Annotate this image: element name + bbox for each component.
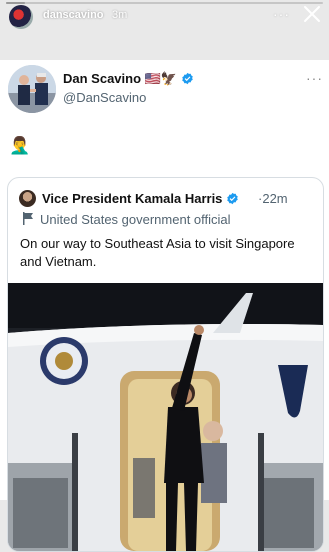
story-progress-bar [6,2,323,4]
quoted-tweet[interactable]: Vice President Kamala Harris ·22m United… [7,177,324,552]
quoted-text: On our way to Southeast Asia to visit Si… [20,236,295,269]
story-username[interactable]: danscavino [43,9,104,21]
story-avatar[interactable] [9,5,33,29]
author-handle[interactable]: @DanScavino [63,90,146,105]
story-progress-fill [6,2,26,4]
author-name[interactable]: Dan Scavino 🇺🇸🦅 [63,71,194,87]
verified-badge-icon [181,72,193,85]
quoted-time: ·22m [258,191,288,206]
author-name-text: Dan Scavino [63,71,142,86]
quoted-author-line: Vice President Kamala Harris [42,191,239,206]
government-label: United States government official [40,212,231,227]
verified-badge-icon [227,192,238,205]
story-time: 3m [112,9,128,21]
story-more-icon[interactable]: ··· [273,6,290,22]
quoted-photo[interactable] [8,283,323,551]
author-name-emoji: 🇺🇸🦅 [144,71,178,86]
story-header: danscavino 3m ··· [0,0,329,30]
tweet-card[interactable]: Dan Scavino 🇺🇸🦅 @DanScavino ··· 🤦‍♂️ Vic… [0,60,329,552]
more-icon[interactable]: ··· [306,70,323,86]
quoted-author-name[interactable]: Vice President Kamala Harris [42,191,222,206]
quoted-time-value: 22m [262,191,288,206]
author-avatar[interactable] [8,65,56,113]
government-flag-icon [23,212,33,225]
tweet-body: 🤦‍♂️ [9,136,31,155]
quoted-author-avatar[interactable] [19,190,36,207]
author-photo [8,65,56,113]
close-icon[interactable] [303,5,321,23]
